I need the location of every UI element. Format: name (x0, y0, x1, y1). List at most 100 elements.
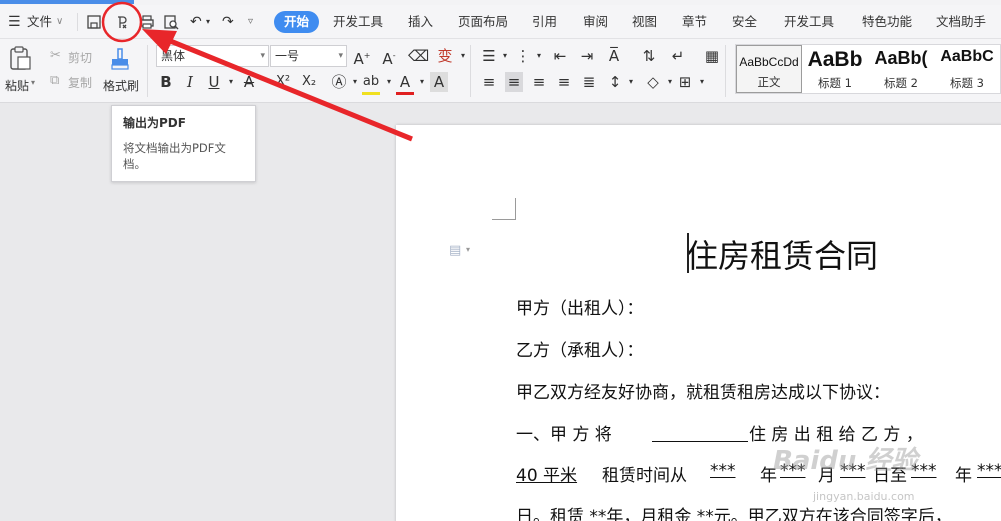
cut-icon[interactable]: ✂ (50, 48, 61, 63)
distributed-icon[interactable]: ≣ (580, 72, 598, 92)
strikethrough-icon[interactable]: A (240, 72, 258, 92)
tooltip-description: 将文档输出为PDF文档。 (123, 141, 226, 171)
start-year: *** (710, 461, 736, 481)
grow-font-icon[interactable]: A+ (353, 46, 371, 69)
cut-button[interactable]: 剪切 (68, 49, 92, 66)
font-name-select[interactable]: 黑体 ▾ (156, 45, 269, 67)
superscript-icon[interactable]: X² (274, 72, 292, 92)
file-chevron-down-icon[interactable]: ∨ (56, 11, 63, 33)
highlight-icon[interactable]: ab (362, 72, 380, 95)
style-label: 标题 2 (884, 76, 918, 90)
italic-icon[interactable]: I (181, 72, 199, 92)
agreement-line: 甲乙双方经友好协商，就租赁租房达成以下协议： (516, 383, 890, 403)
underline-dropdown-icon[interactable]: ▾ (222, 72, 240, 92)
underline-icon[interactable]: U (205, 72, 223, 92)
tab-view[interactable]: 视图 (632, 11, 657, 33)
border-icon[interactable]: ⊞ (676, 72, 694, 92)
doc-outline-dropdown-icon[interactable]: ▾ (466, 245, 470, 254)
show-hide-marks-icon[interactable]: ↵ (669, 46, 687, 66)
menu-bar: ☰ 文件 ∨ ↶ ▾ ↷ ▿ 开始 开发工具 插入 页面布局 引用 审阅 视图 … (0, 5, 1001, 39)
style-sample: AaBb( (874, 48, 928, 68)
bold-icon[interactable]: B (157, 72, 175, 92)
increase-indent-icon[interactable]: ⇥ (578, 46, 596, 66)
font-color-icon[interactable]: A (396, 72, 414, 95)
document-title: 住房租赁合同 (686, 237, 879, 275)
font-size-select[interactable]: 一号 ▾ (270, 45, 347, 67)
tab-document-assistant[interactable]: 文档助手 (936, 11, 986, 33)
paste-icon[interactable] (8, 45, 32, 71)
tab-developer-tools[interactable]: 开发工具 (333, 11, 383, 33)
char-shading-icon[interactable]: A (430, 72, 448, 92)
tab-references[interactable]: 引用 (532, 11, 557, 33)
align-right-icon[interactable]: ≡ (530, 72, 548, 92)
clear-format-icon[interactable]: ⌫ (408, 46, 429, 66)
style-label: 标题 3 (950, 76, 984, 90)
end-year-label: 年 (955, 466, 972, 486)
font-name-value: 黑体 (161, 49, 186, 63)
watermark-url: jingyan.baidu.com (813, 490, 915, 503)
undo-dropdown-icon[interactable]: ▾ (206, 11, 210, 33)
border-dropdown-icon[interactable]: ▾ (693, 72, 711, 92)
font-color-dropdown-icon[interactable]: ▾ (413, 72, 431, 92)
decrease-indent-icon[interactable]: ⇤ (551, 46, 569, 66)
end-month: *** (977, 461, 1001, 481)
shading-icon[interactable]: ◇ (644, 72, 662, 92)
hamburger-icon[interactable]: ☰ (8, 11, 21, 33)
style-sample: AaBb (807, 48, 863, 71)
margin-corner-mark (492, 198, 516, 220)
chevron-down-icon: ▾ (260, 51, 265, 61)
print-preview-icon[interactable] (163, 14, 179, 30)
sort-icon[interactable]: ⇅ (640, 46, 658, 66)
phonetic-guide-icon[interactable]: 变 (436, 46, 454, 66)
align-left-icon[interactable]: ≡ (480, 72, 498, 92)
watermark: Baidu 经验 (773, 446, 918, 476)
clause1-blank[interactable] (652, 420, 748, 442)
tab-security[interactable]: 安全 (732, 11, 757, 33)
redo-icon[interactable]: ↷ (222, 11, 234, 33)
export-pdf-icon[interactable] (114, 14, 130, 30)
style-gallery: AaBbCcDd 正文 AaBb 标题 1 AaBb( 标题 2 AaBbC 标题 3 (735, 44, 1001, 94)
tab-page-layout[interactable]: 页面布局 (458, 11, 508, 33)
subscript-icon[interactable]: X₂ (300, 72, 318, 92)
party-a-line: 甲方（出租人）： (516, 299, 644, 319)
style-heading-1[interactable]: AaBb 标题 1 (802, 45, 868, 93)
undo-icon[interactable]: ↶ (190, 11, 202, 33)
rent-line: 日。租赁 **年，月租金 **元。甲乙双方在该合同签字后， (516, 507, 952, 521)
line-spacing-dropdown-icon[interactable]: ▾ (622, 72, 640, 92)
quick-access-customize-icon[interactable]: ▿ (248, 11, 253, 33)
tab-insert[interactable]: 插入 (408, 11, 433, 33)
style-sample: AaBbCcDd (739, 55, 799, 69)
bullets-dropdown-icon[interactable]: ▾ (496, 46, 514, 66)
align-center-icon[interactable]: ≡ (505, 72, 523, 92)
tab-developer-tools-2[interactable]: 开发工具 (784, 11, 834, 33)
paste-dropdown-icon[interactable]: ▾ (31, 78, 35, 87)
paste-button[interactable]: 粘贴 (5, 77, 29, 94)
wps-writer-window: ☰ 文件 ∨ ↶ ▾ ↷ ▿ 开始 开发工具 插入 页面布局 引用 审阅 视图 … (0, 0, 1001, 521)
party-b-line: 乙方（承租人）： (516, 341, 644, 361)
justify-icon[interactable]: ≡ (555, 72, 573, 92)
active-doc-tab-indicator[interactable] (0, 0, 134, 4)
tab-sections[interactable]: 章节 (682, 11, 707, 33)
tab-review[interactable]: 审阅 (583, 11, 608, 33)
style-label: 正文 (757, 75, 781, 89)
numbering-dropdown-icon[interactable]: ▾ (530, 46, 548, 66)
tab-special-features[interactable]: 特色功能 (862, 11, 912, 33)
style-normal[interactable]: AaBbCcDd 正文 (736, 45, 802, 93)
copy-button[interactable]: 复制 (68, 74, 92, 91)
format-painter-icon[interactable] (109, 47, 131, 73)
shrink-font-icon[interactable]: A- (380, 46, 398, 69)
chinese-layout-icon[interactable]: A̅ (605, 46, 623, 66)
doc-outline-icon[interactable]: ▤ (449, 243, 461, 258)
table-icon[interactable]: ▦ (703, 46, 721, 66)
area-value: 40 平米 (516, 466, 578, 486)
print-icon[interactable] (139, 14, 155, 30)
style-heading-2[interactable]: AaBb( 标题 2 (868, 45, 934, 93)
chevron-down-icon: ▾ (338, 51, 343, 61)
style-heading-3[interactable]: AaBbC 标题 3 (934, 45, 1000, 93)
file-menu[interactable]: 文件 (27, 11, 52, 33)
save-icon[interactable] (86, 14, 102, 30)
format-painter-button[interactable]: 格式刷 (103, 77, 139, 94)
copy-icon[interactable]: ⧉ (50, 73, 59, 88)
tooltip-title: 输出为PDF (123, 116, 186, 130)
tab-home[interactable]: 开始 (274, 11, 320, 33)
